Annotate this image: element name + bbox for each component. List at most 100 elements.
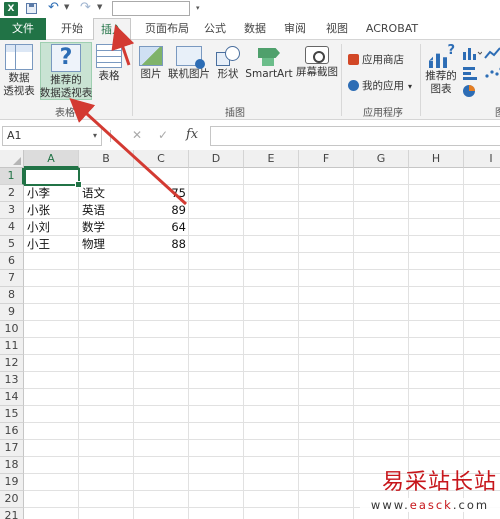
- name-box[interactable]: A1 ▾: [2, 126, 102, 146]
- cell-c2[interactable]: 75: [134, 185, 189, 202]
- column-header-h[interactable]: H: [409, 150, 464, 168]
- row-header-13[interactable]: 13: [0, 372, 24, 389]
- picture-button[interactable]: 图片: [136, 46, 166, 81]
- save-icon[interactable]: [26, 3, 37, 14]
- table-icon: [96, 44, 122, 68]
- row-header-11[interactable]: 11: [0, 338, 24, 355]
- row-header-2[interactable]: 2: [0, 185, 24, 202]
- undo-icon[interactable]: ↶: [48, 0, 59, 15]
- row-header-12[interactable]: 12: [0, 355, 24, 372]
- watermark-url: www.easck.com: [360, 498, 500, 512]
- screenshot-label: 屏幕截图: [296, 66, 338, 78]
- screenshot-button[interactable]: 屏幕截图: [294, 46, 340, 79]
- row-header-5[interactable]: 5: [0, 236, 24, 253]
- column-header-e[interactable]: E: [244, 150, 299, 168]
- row-header-21[interactable]: 21: [0, 508, 24, 519]
- row-header-14[interactable]: 14: [0, 389, 24, 406]
- line-chart-icon[interactable]: [484, 46, 500, 60]
- tab-insert[interactable]: 插入: [93, 18, 131, 41]
- undo-dropdown-icon[interactable]: ▼: [64, 3, 69, 11]
- app-store-button[interactable]: 应用商店: [348, 52, 404, 67]
- cell-a3[interactable]: 小张: [24, 202, 79, 219]
- quick-access-toolbar: X ↶ ▼ ↷ ▼ ▾: [0, 0, 500, 18]
- column-chart-icon[interactable]: [462, 46, 482, 60]
- pivot-table-button[interactable]: 数据 透视表: [0, 44, 38, 98]
- cell-b2[interactable]: 语文: [79, 185, 134, 202]
- row-header-3[interactable]: 3: [0, 202, 24, 219]
- column-header-c[interactable]: C: [134, 150, 189, 168]
- row-header-6[interactable]: 6: [0, 253, 24, 270]
- cancel-icon[interactable]: ✕: [132, 128, 142, 142]
- group-label-tables: 表格: [55, 108, 75, 119]
- bar-chart-icon[interactable]: [462, 66, 482, 80]
- row-header-17[interactable]: 17: [0, 440, 24, 457]
- store-icon: [348, 54, 359, 65]
- row-header-18[interactable]: 18: [0, 457, 24, 474]
- shapes-button[interactable]: 形状: [212, 46, 244, 81]
- group-separator: [132, 44, 133, 116]
- cell-b3[interactable]: 英语: [79, 202, 134, 219]
- cell-b4[interactable]: 数学: [79, 219, 134, 236]
- insert-function-icon[interactable]: fx: [186, 127, 198, 142]
- redo-icon[interactable]: ↷: [80, 0, 91, 15]
- cell-a5[interactable]: 小王: [24, 236, 79, 253]
- tab-home[interactable]: 开始: [54, 18, 90, 40]
- row-header-8[interactable]: 8: [0, 287, 24, 304]
- cell-b5[interactable]: 物理: [79, 236, 134, 253]
- cell-c5[interactable]: 88: [134, 236, 189, 253]
- group-label-charts: 图: [490, 104, 500, 119]
- active-cell-a1[interactable]: [24, 168, 82, 188]
- column-header-f[interactable]: F: [299, 150, 354, 168]
- tab-acrobat[interactable]: ACROBAT: [362, 18, 422, 40]
- tab-review[interactable]: 审阅: [280, 18, 310, 40]
- column-header-d[interactable]: D: [189, 150, 244, 168]
- column-header-g[interactable]: G: [354, 150, 409, 168]
- row-header-15[interactable]: 15: [0, 406, 24, 423]
- tab-data[interactable]: 数据: [240, 18, 270, 40]
- customize-qat-icon[interactable]: ▾: [196, 4, 200, 12]
- group-label-apps: 应用程序: [363, 108, 403, 119]
- recommended-charts-button[interactable]: 推荐的 图表: [422, 44, 460, 96]
- my-apps-button[interactable]: 我的应用 ▾: [348, 78, 412, 93]
- tab-formulas[interactable]: 公式: [200, 18, 230, 40]
- table-button[interactable]: 表格: [94, 44, 124, 83]
- cell-a4[interactable]: 小刘: [24, 219, 79, 236]
- table-label: 表格: [98, 70, 120, 82]
- cell-a2[interactable]: 小李: [24, 185, 79, 202]
- row-header-16[interactable]: 16: [0, 423, 24, 440]
- redo-dropdown-icon[interactable]: ▼: [97, 3, 102, 11]
- column-header-b[interactable]: B: [79, 150, 134, 168]
- tab-file[interactable]: 文件: [0, 18, 46, 40]
- row-header-4[interactable]: 4: [0, 219, 24, 236]
- row-header-7[interactable]: 7: [0, 270, 24, 287]
- group-label-illustrations: 插图: [225, 108, 245, 119]
- row-header-9[interactable]: 9: [0, 304, 24, 321]
- cell-c3[interactable]: 89: [134, 202, 189, 219]
- row-header-1[interactable]: 1: [0, 168, 24, 185]
- my-apps-icon: [348, 80, 359, 91]
- app-store-label: 应用商店: [362, 54, 404, 66]
- select-all-button[interactable]: [0, 150, 24, 168]
- recommended-pivot-label-2: 数据透视表: [39, 87, 93, 99]
- formula-separator: [110, 130, 111, 142]
- enter-icon[interactable]: ✓: [158, 128, 168, 142]
- row-header-20[interactable]: 20: [0, 491, 24, 508]
- my-apps-dropdown-icon: ▾: [408, 82, 413, 91]
- online-picture-button[interactable]: 联机图片: [166, 46, 212, 81]
- smartart-button[interactable]: SmartArt: [244, 46, 294, 81]
- scatter-chart-icon[interactable]: [484, 66, 500, 80]
- row-header-10[interactable]: 10: [0, 321, 24, 338]
- formula-input[interactable]: [210, 126, 500, 146]
- tab-view[interactable]: 视图: [322, 18, 352, 40]
- recommended-pivot-button[interactable]: ? 推荐的 数据透视表: [38, 44, 94, 100]
- pie-chart-icon[interactable]: [462, 84, 482, 98]
- column-header-a[interactable]: A: [24, 150, 79, 168]
- row-header-19[interactable]: 19: [0, 474, 24, 491]
- column-header-i[interactable]: I: [464, 150, 500, 168]
- tab-page-layout[interactable]: 页面布局: [138, 18, 196, 40]
- cell-c4[interactable]: 64: [134, 219, 189, 236]
- qat-input[interactable]: [112, 1, 190, 16]
- name-box-dropdown-icon[interactable]: ▾: [93, 127, 97, 145]
- recommended-charts-label-2: 图表: [430, 83, 452, 95]
- recommended-pivot-label-1: 推荐的: [50, 74, 82, 86]
